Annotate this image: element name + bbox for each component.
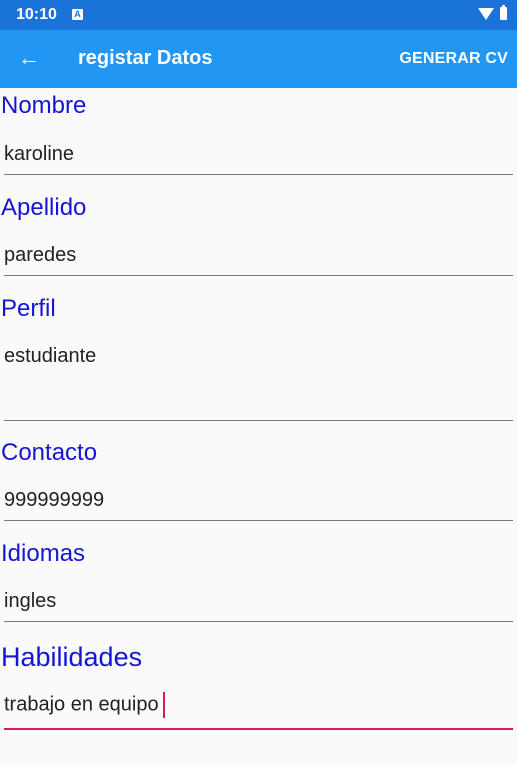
back-arrow-icon[interactable]: ←	[18, 44, 40, 72]
nombre-label: Nombre	[1, 92, 87, 119]
status-icons	[478, 5, 507, 20]
page-title: registar Datos	[78, 47, 213, 69]
habilidades-label: Habilidades	[1, 642, 143, 672]
status-time: 10:10	[16, 6, 57, 23]
habilidades-value: trabajo en equipo	[4, 693, 159, 716]
perfil-value: estudiante	[4, 345, 97, 367]
battery-icon	[500, 5, 507, 20]
perfil-label: Perfil	[1, 295, 56, 322]
idiomas-field[interactable]: ingles	[4, 590, 513, 622]
text-caret	[162, 692, 165, 718]
app-bar: ← registar Datos GENERAR CV	[0, 30, 517, 88]
apellido-field[interactable]: paredes	[4, 244, 513, 276]
generate-cv-button[interactable]: GENERAR CV	[399, 50, 508, 68]
notification-icon: A	[72, 9, 83, 20]
habilidades-field[interactable]: trabajo en equipo	[4, 692, 513, 730]
wifi-icon	[478, 7, 494, 20]
status-bar: 10:10 A	[0, 0, 517, 30]
nombre-value: karoline	[4, 143, 75, 165]
idiomas-value: ingles	[4, 590, 57, 612]
idiomas-label: Idiomas	[1, 540, 86, 567]
apellido-value: paredes	[4, 244, 77, 266]
perfil-field[interactable]: estudiante	[4, 345, 513, 421]
nombre-field[interactable]: karoline	[4, 143, 513, 175]
contacto-label: Contacto	[1, 439, 98, 466]
apellido-label: Apellido	[1, 194, 87, 221]
contacto-value: 999999999	[4, 489, 105, 511]
contacto-field[interactable]: 999999999	[4, 489, 513, 521]
